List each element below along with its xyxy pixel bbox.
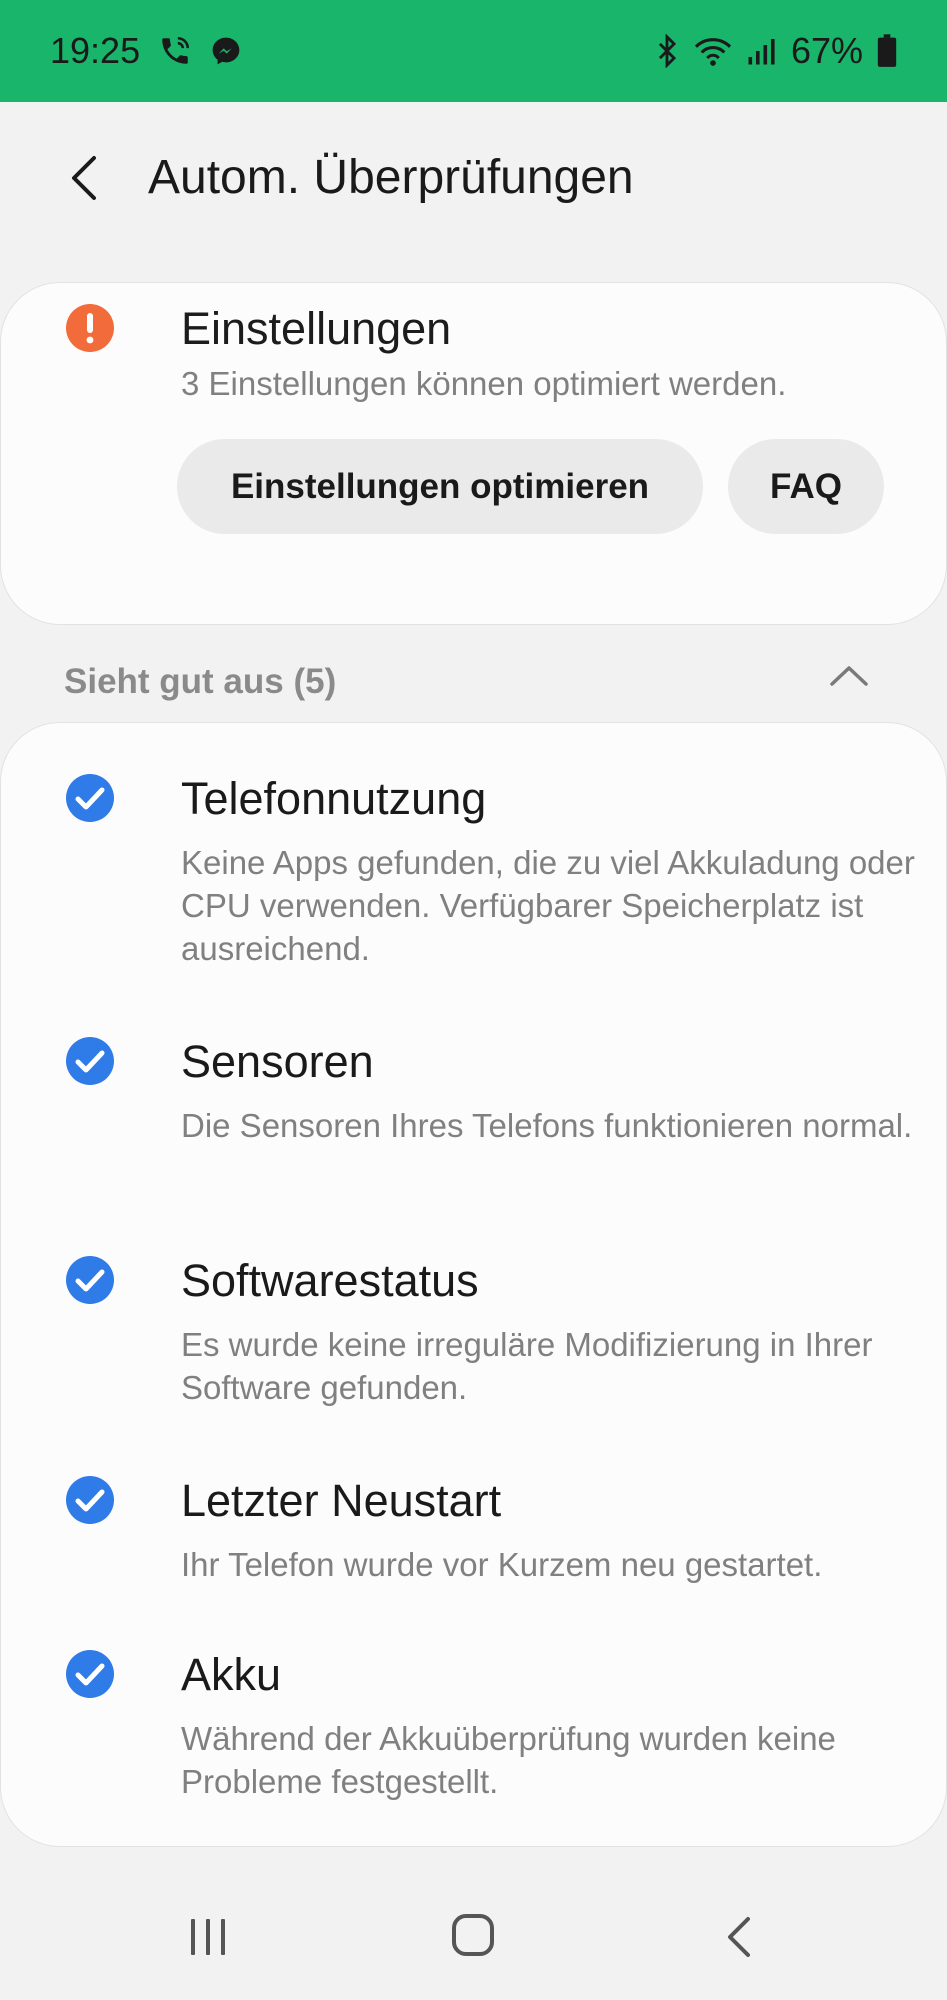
settings-card: Einstellungen 3 Einstellungen können opt… — [0, 282, 947, 625]
section-header[interactable]: Sieht gut aus (5) — [64, 662, 336, 702]
check-circle-icon — [66, 1037, 114, 1085]
check-circle-icon — [66, 774, 114, 822]
check-title: Letzter Neustart — [181, 1475, 502, 1526]
back-nav-icon[interactable] — [724, 1915, 754, 1959]
check-circle-icon — [66, 1476, 114, 1524]
status-bar: 19:25 67% — [0, 0, 947, 102]
navigation-bar — [0, 1870, 947, 2000]
page-title: Autom. Überprüfungen — [148, 151, 634, 204]
check-description: Während der Akkuüberprüfung wurden keine… — [181, 1720, 836, 1800]
check-description: Keine Apps gefunden, die zu viel Akkulad… — [181, 844, 915, 967]
check-description: Die Sensoren Ihres Telefons funktioniere… — [181, 1107, 913, 1144]
wifi-icon — [694, 38, 732, 66]
messenger-icon — [212, 37, 240, 65]
signal-icon — [748, 39, 775, 65]
back-arrow-icon[interactable] — [60, 150, 110, 206]
settings-title: Einstellungen — [181, 303, 452, 354]
check-circle-icon — [66, 1650, 114, 1698]
check-description: Ihr Telefon wurde vor Kurzem neu gestart… — [181, 1546, 823, 1583]
faq-button[interactable]: FAQ — [728, 439, 884, 534]
checks-card: Telefonnutzung Keine Apps gefunden, die … — [0, 722, 947, 1847]
check-title: Akku — [181, 1649, 282, 1700]
check-title: Telefonnutzung — [181, 773, 487, 824]
status-time: 19:25 — [50, 30, 141, 71]
settings-subtitle: 3 Einstellungen können optimiert werden. — [181, 365, 787, 402]
bluetooth-icon — [658, 34, 677, 68]
phone-wifi-call-icon — [162, 36, 190, 64]
recent-apps-icon[interactable] — [186, 1915, 230, 1959]
home-icon[interactable] — [451, 1913, 495, 1957]
check-title: Sensoren — [181, 1036, 374, 1087]
check-description: Es wurde keine irreguläre Modifizierung … — [181, 1326, 873, 1406]
check-title: Softwarestatus — [181, 1255, 479, 1306]
warning-icon — [66, 304, 114, 352]
battery-icon — [877, 34, 897, 67]
chevron-up-icon[interactable] — [826, 660, 872, 690]
battery-percentage: 67% — [790, 30, 863, 71]
optimize-settings-button[interactable]: Einstellungen optimieren — [177, 439, 703, 534]
check-circle-icon — [66, 1256, 114, 1304]
app-bar: Autom. Überprüfungen — [0, 102, 947, 252]
